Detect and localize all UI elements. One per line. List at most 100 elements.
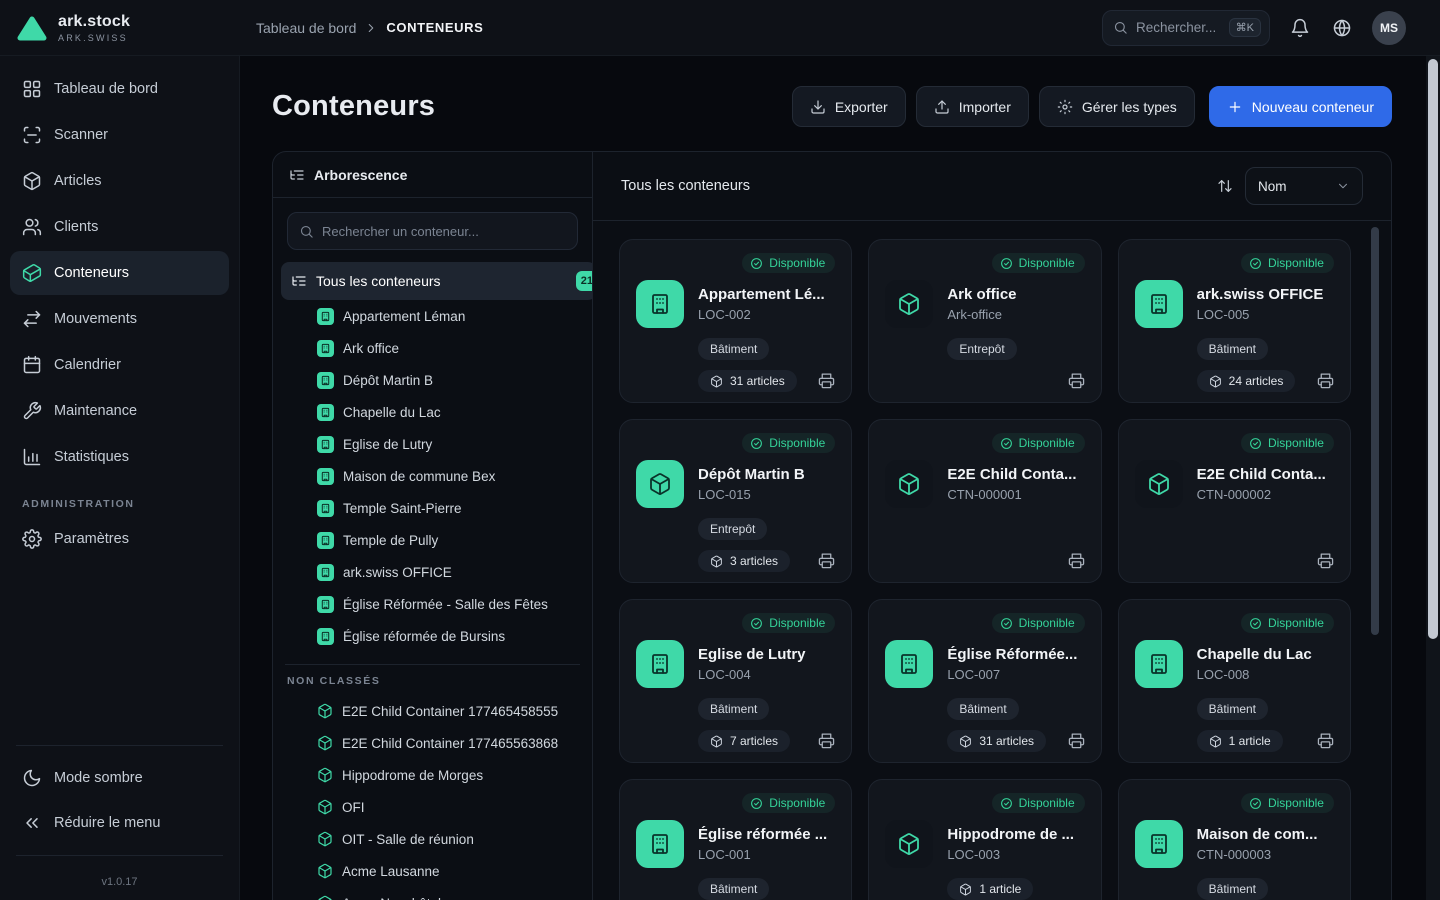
check-circle-icon — [1000, 797, 1013, 810]
scrollbar-thumb[interactable] — [1428, 59, 1438, 639]
container-card[interactable]: Disponible Chapelle du Lac LOC-008 Bâtim… — [1118, 599, 1351, 763]
container-card[interactable]: Disponible E2E Child Conta... CTN-000001 — [868, 419, 1101, 583]
sidebar-item-maintenance[interactable]: Maintenance — [10, 389, 229, 433]
container-code: CTN-000003 — [1197, 847, 1318, 862]
building-icon — [317, 372, 334, 389]
container-code: LOC-003 — [947, 847, 1074, 862]
print-button[interactable] — [1068, 552, 1085, 569]
notifications-button[interactable] — [1288, 16, 1312, 40]
container-type-icon — [636, 640, 684, 688]
tree-item[interactable]: Appartement Léman — [281, 300, 592, 332]
new-container-button[interactable]: Nouveau conteneur — [1209, 86, 1392, 127]
sort-field-select[interactable]: Nom — [1245, 167, 1363, 205]
brand-name: ark.stock — [58, 13, 130, 31]
app-logo[interactable]: ark.stock ARK.SWISS — [16, 13, 240, 43]
tree-item[interactable]: Chapelle du Lac — [281, 396, 592, 428]
divider — [16, 745, 223, 746]
container-card[interactable]: Disponible Hippodrome de ... LOC-003 1 a… — [868, 779, 1101, 900]
tree-item-unclassified[interactable]: E2E Child Container 177465563868 — [281, 727, 592, 759]
breadcrumb-root[interactable]: Tableau de bord — [256, 20, 356, 36]
tree-item[interactable]: Église Réformée - Salle des Fêtes — [281, 588, 592, 620]
tree-scroll-area[interactable]: Tous les conteneurs 21 Appartement Léman… — [273, 260, 592, 900]
cube-icon — [317, 735, 333, 751]
tree-item[interactable]: Maison de commune Bex — [281, 460, 592, 492]
page-title: Conteneurs — [272, 90, 435, 123]
container-card[interactable]: Disponible Ark office Ark-office Entrepô… — [868, 239, 1101, 403]
sidebar-item-scanner[interactable]: Scanner — [10, 113, 229, 157]
status-badge: Disponible — [1241, 613, 1334, 633]
print-button[interactable] — [1317, 372, 1334, 389]
sidebar-item-calendrier[interactable]: Calendrier — [10, 343, 229, 387]
download-icon — [810, 99, 826, 115]
container-card[interactable]: Disponible E2E Child Conta... CTN-000002 — [1118, 419, 1351, 583]
tree-item-unclassified[interactable]: E2E Child Container 177465458555 — [281, 695, 592, 727]
list-scrollbar[interactable] — [1371, 227, 1379, 894]
cube-icon — [317, 831, 333, 847]
collapse-menu-button[interactable]: Réduire le menu — [10, 801, 229, 845]
box-icon — [1209, 375, 1222, 388]
tree-item-unclassified[interactable]: Hippodrome de Morges — [281, 759, 592, 791]
print-button[interactable] — [1317, 552, 1334, 569]
container-card[interactable]: Disponible Dépôt Martin B LOC-015 Entrep… — [619, 419, 852, 583]
cube-icon — [317, 863, 333, 879]
language-button[interactable] — [1330, 16, 1354, 40]
tree-item[interactable]: Ark office — [281, 332, 592, 364]
sidebar-item-tableau-de-bord[interactable]: Tableau de bord — [10, 67, 229, 111]
tree-item-unclassified[interactable]: Acme Lausanne — [281, 855, 592, 887]
container-card[interactable]: Disponible Eglise de Lutry LOC-004 Bâtim… — [619, 599, 852, 763]
check-circle-icon — [1249, 257, 1262, 270]
cube-icon — [317, 895, 333, 900]
print-button[interactable] — [1068, 372, 1085, 389]
tree-search-input[interactable] — [322, 224, 566, 239]
manage-types-button[interactable]: Gérer les types — [1039, 86, 1195, 127]
building-icon — [317, 468, 334, 485]
tree-item[interactable]: Dépôt Martin B — [281, 364, 592, 396]
print-button[interactable] — [818, 552, 835, 569]
sort-direction-button[interactable] — [1217, 178, 1233, 194]
scrollbar-thumb[interactable] — [1371, 227, 1379, 635]
sidebar-item-articles[interactable]: Articles — [10, 159, 229, 203]
export-button[interactable]: Exporter — [792, 86, 906, 127]
container-code: CTN-000001 — [947, 487, 1076, 502]
container-card[interactable]: Disponible Église Réformée... LOC-007 Bâ… — [868, 599, 1101, 763]
tree-item-unclassified[interactable]: Acme Neuchâtel — [281, 887, 592, 900]
status-label: Disponible — [1019, 436, 1075, 450]
containers-list-panel: Tous les conteneurs Nom Disponible — [593, 152, 1391, 900]
print-button[interactable] — [1317, 732, 1334, 749]
container-card[interactable]: Disponible Maison de com... CTN-000003 B… — [1118, 779, 1351, 900]
tree-item[interactable]: Temple Saint-Pierre — [281, 492, 592, 524]
sidebar-item-conteneurs[interactable]: Conteneurs — [10, 251, 229, 295]
container-card[interactable]: Disponible Appartement Lé... LOC-002 Bât… — [619, 239, 852, 403]
cube-icon — [1147, 472, 1171, 496]
sidebar-item-clients[interactable]: Clients — [10, 205, 229, 249]
cards-scroll-area[interactable]: Disponible Appartement Lé... LOC-002 Bât… — [593, 221, 1391, 900]
container-card[interactable]: Disponible ark.swiss OFFICE LOC-005 Bâti… — [1118, 239, 1351, 403]
tree-root-item[interactable]: Tous les conteneurs 21 — [281, 262, 592, 300]
tree-item[interactable]: Temple de Pully — [281, 524, 592, 556]
print-button[interactable] — [818, 372, 835, 389]
import-button[interactable]: Importer — [916, 86, 1029, 127]
tree-item-unclassified[interactable]: OFI — [281, 791, 592, 823]
sidebar-item-parametres[interactable]: Paramètres — [10, 517, 229, 561]
container-type-chip: Entrepôt — [698, 518, 767, 540]
tree-item-label: Eglise de Lutry — [343, 437, 432, 452]
avatar[interactable]: MS — [1372, 11, 1406, 45]
tree-item-unclassified[interactable]: OIT - Salle de réunion — [281, 823, 592, 855]
tree-item[interactable]: Église réformée de Bursins — [281, 620, 592, 652]
box-icon — [959, 735, 972, 748]
print-button[interactable] — [818, 732, 835, 749]
tree-item[interactable]: Eglise de Lutry — [281, 428, 592, 460]
main-content: Conteneurs Exporter Importer Gérer les t… — [240, 56, 1440, 900]
scan-icon — [22, 125, 42, 145]
status-label: Disponible — [769, 616, 825, 630]
global-search[interactable]: Rechercher... ⌘K — [1102, 10, 1270, 46]
dark-mode-toggle[interactable]: Mode sombre — [10, 756, 229, 800]
container-code: LOC-005 — [1197, 307, 1324, 322]
chevrons-left-icon — [22, 813, 42, 833]
window-scrollbar[interactable] — [1426, 56, 1440, 900]
sidebar-item-mouvements[interactable]: Mouvements — [10, 297, 229, 341]
tree-item[interactable]: ark.swiss OFFICE — [281, 556, 592, 588]
sidebar-item-statistiques[interactable]: Statistiques — [10, 435, 229, 479]
print-button[interactable] — [1068, 732, 1085, 749]
container-card[interactable]: Disponible Église réformée ... LOC-001 B… — [619, 779, 852, 900]
